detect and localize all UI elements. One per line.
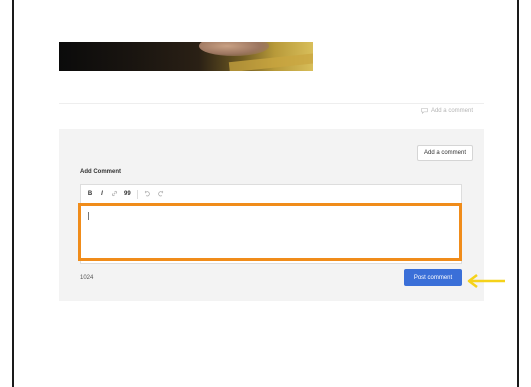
character-counter: 1024 [80,275,94,281]
comment-bubble-icon [421,108,428,114]
undo-icon[interactable] [144,190,151,199]
post-comment-button[interactable]: Post comment [404,269,462,286]
comment-panel: Add a comment Add Comment B I 99 1024 Po… [59,129,484,301]
screenshot-frame: Add a comment Add a comment Add Comment … [0,0,531,387]
toolbar-separator [136,189,138,199]
divider [59,103,484,104]
quote-button[interactable]: 99 [124,191,131,197]
link-icon[interactable] [111,190,118,199]
add-comment-link[interactable]: Add a comment [421,107,473,114]
hand-shape [199,42,269,56]
bold-button[interactable]: B [87,191,93,197]
italic-button[interactable]: I [99,191,105,197]
add-comment-button[interactable]: Add a comment [417,145,473,161]
right-rail [517,0,531,387]
left-rail [0,0,14,387]
comment-textarea[interactable] [78,203,462,261]
redo-icon[interactable] [157,190,164,199]
pointer-arrow-icon [467,274,505,288]
text-caret [88,212,89,220]
step-photo [59,42,313,71]
editor-toolbar: B I 99 [81,185,461,204]
add-comment-heading: Add Comment [80,169,121,175]
add-comment-link-label: Add a comment [430,107,473,114]
